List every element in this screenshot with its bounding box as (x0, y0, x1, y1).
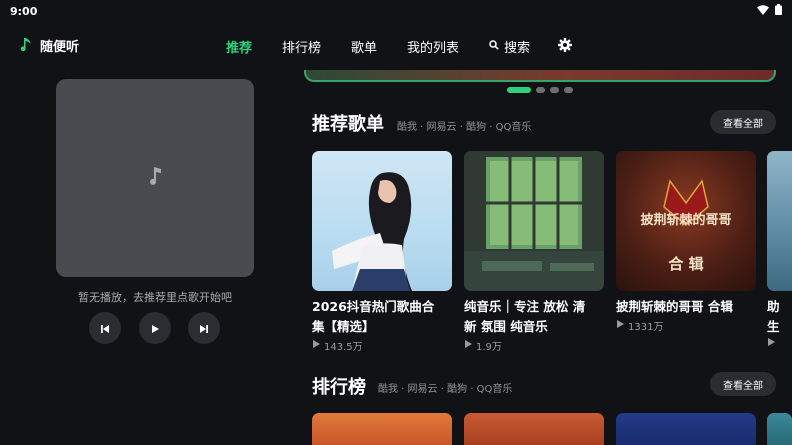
skip-next-icon (199, 319, 209, 338)
tab-playlists[interactable]: 歌单 (351, 37, 377, 56)
idle-message: 暂无播放，去推荐里点歌开始吧 (78, 291, 232, 304)
playlist-title: 披荆斩棘的哥哥 合辑 (616, 299, 733, 314)
player-controls (89, 312, 223, 344)
playlist-title: 新 氛围 纯音乐 (464, 319, 548, 334)
main-nav: 推荐 排行榜 歌单 我的列表 搜索 (226, 37, 602, 56)
section-sources: 酷我 · 网易云 · 酷狗 · QQ音乐 (397, 122, 532, 133)
play-count: 1.9万 (476, 342, 502, 353)
carousel-dot[interactable] (507, 87, 531, 93)
status-bar: 9:00 (0, 0, 792, 22)
play-count-icon (616, 320, 624, 331)
playlist-title: 生 (767, 319, 780, 334)
section-sources: 酷我 · 网易云 · 酷狗 · QQ音乐 (378, 384, 513, 395)
playlist-card[interactable]: 披荆斩棘的哥哥 合 辑 披荆斩棘的哥哥 合辑 1331万 (616, 151, 756, 333)
carousel-dot[interactable] (550, 87, 559, 93)
chart-card[interactable] (312, 413, 452, 445)
chart-card[interactable] (767, 413, 792, 445)
cover-art-subtitle: 合 辑 (668, 255, 704, 273)
view-all-button[interactable]: 查看全部 (710, 110, 776, 134)
play-count: 1331万 (628, 322, 664, 333)
status-time: 9:00 (10, 4, 38, 18)
playlist-cover (767, 151, 792, 291)
play-icon (150, 319, 160, 338)
chart-card[interactable] (616, 413, 756, 445)
music-note-icon (148, 167, 162, 189)
gear-icon (558, 37, 573, 56)
tab-search[interactable]: 搜索 (489, 37, 530, 56)
playlist-cover (464, 151, 604, 291)
wifi-icon (757, 4, 769, 18)
carousel-dot[interactable] (564, 87, 573, 93)
play-count-icon (312, 340, 320, 351)
section-title-ranking: 排行榜 (312, 377, 366, 398)
chart-card[interactable] (464, 413, 604, 445)
skip-previous-icon (100, 319, 110, 338)
battery-icon (775, 4, 782, 18)
play-count-icon (464, 340, 472, 351)
music-note-icon (20, 37, 32, 55)
playlist-card[interactable]: 助 生 (767, 151, 792, 349)
top-bar: 随便听 推荐 排行榜 歌单 我的列表 搜索 (0, 22, 792, 70)
play-button[interactable] (139, 312, 171, 344)
tab-my-list[interactable]: 我的列表 (407, 37, 459, 56)
banner-carousel[interactable] (304, 70, 776, 82)
section-title-recommended: 推荐歌单 (312, 114, 384, 135)
now-playing-cover (56, 79, 254, 277)
settings-button[interactable] (558, 37, 573, 56)
playlist-title: 纯音乐｜专注 放松 清 (464, 299, 586, 314)
app-brand[interactable]: 随便听 (20, 36, 79, 55)
tab-charts[interactable]: 排行榜 (282, 37, 321, 56)
next-button[interactable] (188, 312, 220, 344)
carousel-dot[interactable] (536, 87, 545, 93)
search-label: 搜索 (504, 41, 531, 56)
play-count-icon (767, 338, 775, 349)
previous-button[interactable] (89, 312, 121, 344)
playlist-card[interactable]: 2026抖音热门歌曲合 集【精选】 143.5万 (312, 151, 452, 353)
search-icon (489, 39, 499, 54)
playlist-card[interactable]: 纯音乐｜专注 放松 清 新 氛围 纯音乐 1.9万 (464, 151, 604, 353)
carousel-indicator (507, 87, 573, 93)
cover-art-title: 披荆斩棘的哥哥 (640, 213, 732, 228)
playlist-cover (312, 151, 452, 291)
play-count: 143.5万 (324, 342, 363, 353)
view-all-button[interactable]: 查看全部 (710, 372, 776, 396)
playlist-title: 集【精选】 (312, 319, 375, 334)
app-name: 随便听 (40, 40, 80, 55)
playlist-cover: 披荆斩棘的哥哥 合 辑 (616, 151, 756, 291)
playlist-title: 助 (767, 299, 780, 314)
playlist-title: 2026抖音热门歌曲合 (312, 299, 435, 314)
tab-recommend[interactable]: 推荐 (226, 37, 252, 56)
